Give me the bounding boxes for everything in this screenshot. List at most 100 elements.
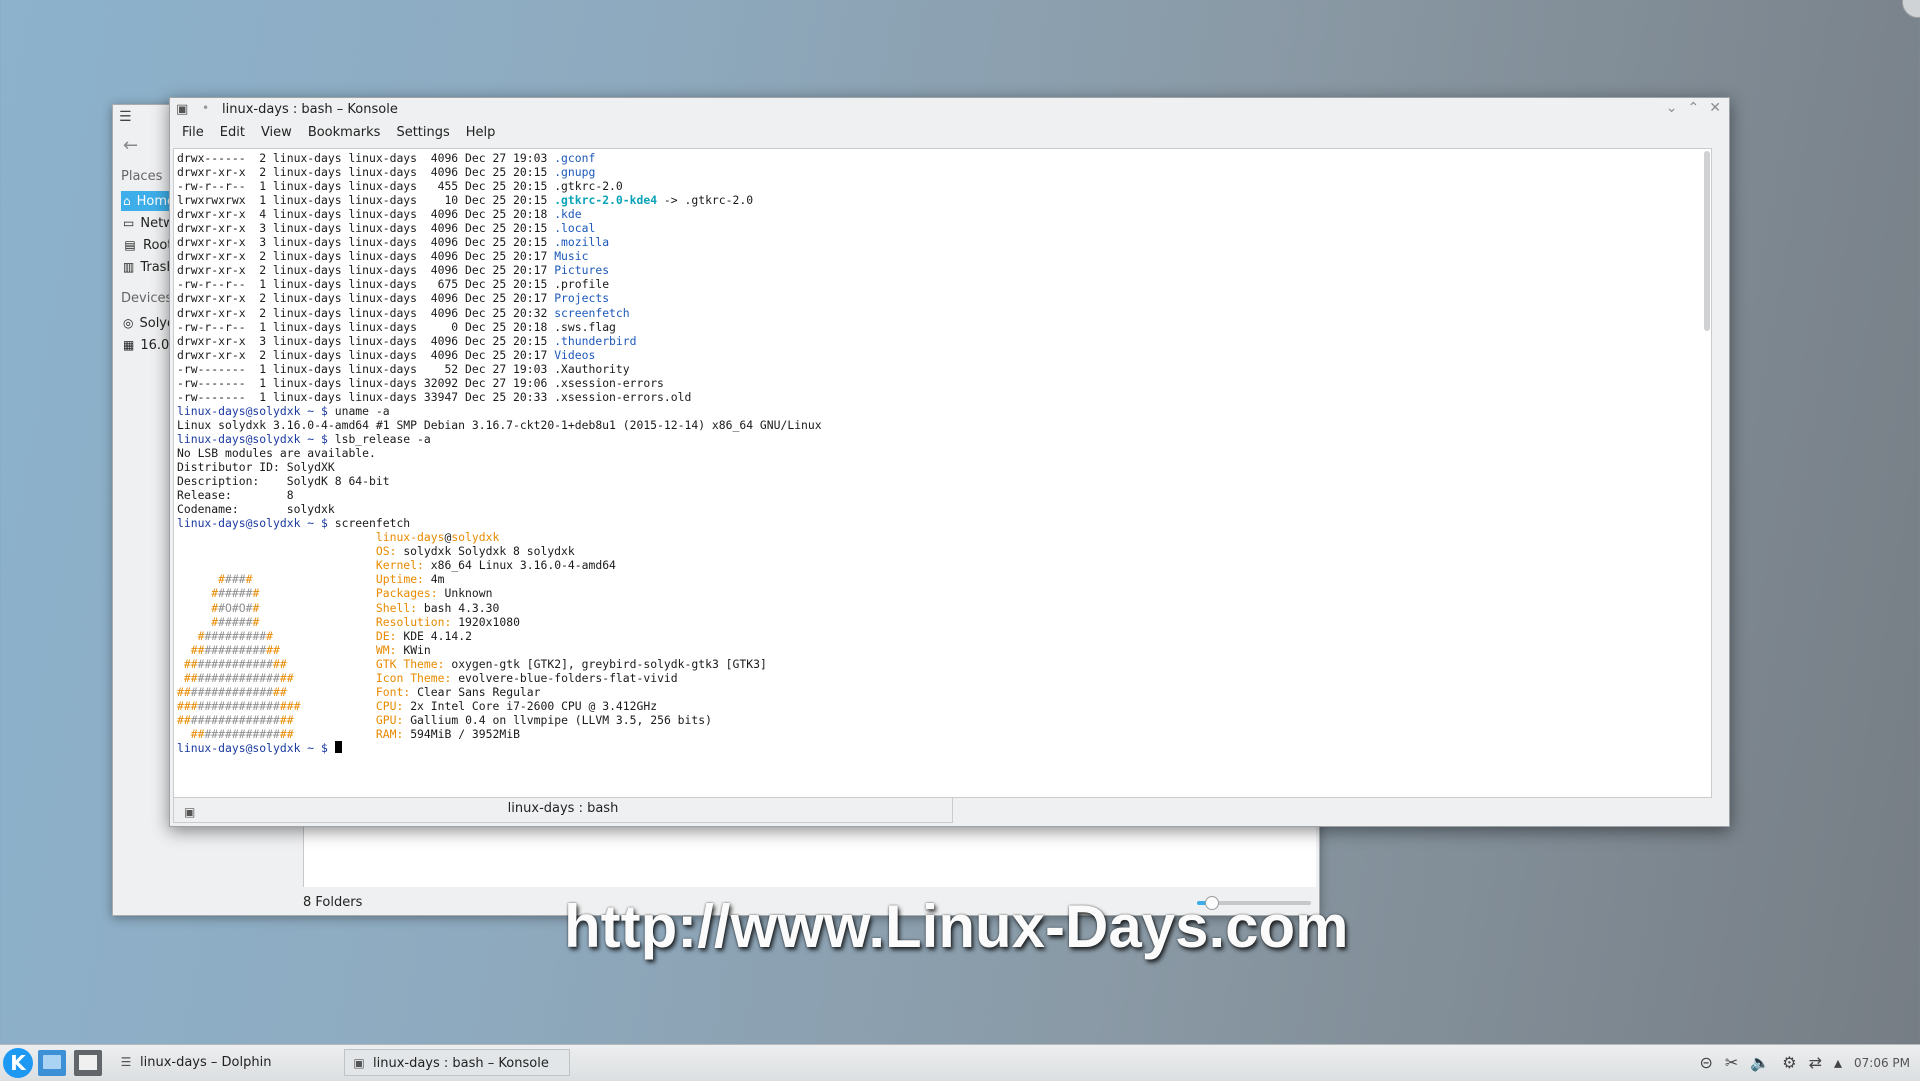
close-icon[interactable]: ✕ xyxy=(1709,100,1721,116)
ls-meta: drwxr-xr-x 3 linux-days linux-days 4096 … xyxy=(177,333,555,348)
terminal-scrollbar[interactable] xyxy=(1704,151,1710,331)
menu-view[interactable]: View xyxy=(261,125,292,140)
ls-filename: .profile xyxy=(554,277,610,292)
terminal-line: linux-days@solydxk ~ $ lsb_release -a xyxy=(177,432,1711,446)
logo-char: # xyxy=(190,726,198,741)
command-output: Distributor ID: SolydXK xyxy=(177,460,335,475)
tab-linux-days-bash[interactable]: ▣ linux-days : bash xyxy=(173,798,953,823)
ls-filename: .thunderbird xyxy=(554,333,637,348)
place-item-root[interactable]: ▤ Root xyxy=(123,235,173,255)
ls-meta: drwxr-xr-x 2 linux-days linux-days 4096 … xyxy=(177,165,555,180)
logo-char: # xyxy=(238,712,246,727)
terminal-line: linux-days@solydxk ~ $ uname -a xyxy=(177,404,1711,418)
ls-meta: drwxr-xr-x 4 linux-days linux-days 4096 … xyxy=(177,207,555,222)
ls-filename: .gconf xyxy=(554,151,596,165)
logo-char: # xyxy=(266,712,274,727)
logo-pad xyxy=(177,558,376,572)
menu-file[interactable]: File xyxy=(182,125,204,140)
screenfetch-key: RAM: xyxy=(375,726,411,741)
terminal-line: Kernel: x86_64 Linux 3.16.0-4-amd64 xyxy=(177,558,1711,572)
command-output: Description: SolydK 8 64-bit xyxy=(177,474,390,489)
klipper-icon[interactable]: ✂ xyxy=(1725,1053,1738,1072)
logo-char: # xyxy=(218,726,226,741)
desktop-launcher-icon[interactable] xyxy=(38,1050,66,1076)
device-item-0[interactable]: ◎ SolydXK xyxy=(123,313,173,333)
desktop-toolbox-icon[interactable] xyxy=(1902,0,1920,18)
tray-expand-icon[interactable]: ▴ xyxy=(1834,1053,1842,1072)
tab-label: linux-days : bash xyxy=(507,801,619,816)
window-pin-icon[interactable]: • xyxy=(202,101,209,115)
menu-bookmarks[interactable]: Bookmarks xyxy=(308,125,381,140)
logo-char: # xyxy=(279,726,287,741)
menu-settings[interactable]: Settings xyxy=(396,125,449,140)
place-item-home[interactable]: ⌂ Home xyxy=(121,191,173,211)
menu-help[interactable]: Help xyxy=(466,125,496,140)
logo-char: # xyxy=(286,726,294,741)
logo-pad xyxy=(273,629,376,643)
ls-filename: .xsession-errors.old xyxy=(554,389,692,404)
dolphin-menu-icon[interactable]: ☰ xyxy=(119,109,135,125)
terminal-line: No LSB modules are available. xyxy=(177,446,1711,460)
logo-char: # xyxy=(218,586,226,601)
back-arrow-icon[interactable]: ← xyxy=(123,135,138,156)
logo-char: # xyxy=(225,642,232,657)
file-manager-launcher-icon[interactable] xyxy=(74,1050,102,1076)
screenfetch-key: Font: xyxy=(375,684,418,699)
clock[interactable]: 07:06 PM xyxy=(1854,1056,1910,1070)
command-output: Release: 8 xyxy=(177,488,294,503)
logo-char: # xyxy=(238,670,246,685)
logo-char: # xyxy=(183,712,191,727)
device-item-1[interactable]: ▦16.0 GiB xyxy=(123,335,173,355)
konsole-tabbar: ▣ linux-days : bash xyxy=(173,798,1710,823)
kde-menu-icon[interactable]: K xyxy=(3,1048,33,1078)
more-icon[interactable]: ⊝ xyxy=(1699,1053,1712,1072)
task-dolphin[interactable]: ☰ linux-days – Dolphin xyxy=(112,1049,332,1076)
minimize-icon[interactable]: ⌄ xyxy=(1666,100,1678,116)
maximize-icon[interactable]: ⌃ xyxy=(1688,100,1700,116)
ls-filename: .mozilla xyxy=(554,235,610,250)
terminal-line: ####### Packages: Unknown xyxy=(177,586,1711,600)
task-konsole[interactable]: ▣ linux-days : bash – Konsole xyxy=(344,1049,570,1076)
terminal-line: drwxr-xr-x 3 linux-days linux-days 4096 … xyxy=(177,334,1711,348)
terminal-line: ##### Uptime: 4m xyxy=(177,572,1711,586)
ls-meta: -rw-r--r-- 1 linux-days linux-days 0 Dec… xyxy=(177,319,555,334)
ls-meta: drwxr-xr-x 3 linux-days linux-days 4096 … xyxy=(177,235,555,250)
shell-prompt: linux-days@solydxk ~ $ xyxy=(177,431,335,446)
taskbar: K ☰ linux-days – Dolphin ▣ linux-days : ba… xyxy=(0,1044,1920,1081)
logo-char: # xyxy=(225,572,232,587)
command-output: Codename: solydxk xyxy=(177,502,335,517)
places-header: Places xyxy=(121,169,163,184)
logo-char: # xyxy=(231,614,239,629)
konsole-app-icon[interactable]: ▣ xyxy=(176,102,188,117)
konsole-window[interactable]: ▣ • linux-days : bash – Konsole ⌄ ⌃ ✕ Fi… xyxy=(169,97,1730,827)
terminal-line: ####### Resolution: 1920x1080 xyxy=(177,615,1711,629)
konsole-titlebar[interactable]: ▣ • linux-days : bash – Konsole ⌄ ⌃ ✕ xyxy=(170,98,1729,122)
ls-meta: lrwxrwxrwx 1 linux-days linux-days 10 De… xyxy=(177,193,555,208)
logo-pad xyxy=(294,713,376,727)
logo-char: # xyxy=(183,670,191,685)
screenfetch-key: CPU: xyxy=(375,698,411,713)
logo-char: # xyxy=(190,670,198,685)
terminal-line: -rw------- 1 linux-days linux-days 52 De… xyxy=(177,362,1711,376)
network-tray-icon[interactable]: ⇄ xyxy=(1809,1053,1822,1072)
ls-meta: drwxr-xr-x 2 linux-days linux-days 4096 … xyxy=(177,249,555,264)
place-item-trash[interactable]: ▥ Trash xyxy=(123,257,173,277)
updates-icon[interactable]: ⚙ xyxy=(1782,1053,1796,1072)
task-konsole-label: linux-days : bash – Konsole xyxy=(373,1056,549,1071)
terminal-line: drwxr-xr-x 2 linux-days linux-days 4096 … xyxy=(177,306,1711,320)
logo-char: # xyxy=(286,670,294,685)
logo-pad xyxy=(177,671,184,685)
konsole-icon: ▣ xyxy=(353,1056,365,1070)
logo-char: # xyxy=(238,642,246,657)
terminal-line: OS: solydxk Solydxk 8 solydxk xyxy=(177,544,1711,558)
terminal-view[interactable]: drwx------ 2 linux-days linux-days 4096 … xyxy=(173,148,1712,798)
terminal-line: ################ Font: Clear Sans Regula… xyxy=(177,685,1711,699)
logo-char: # xyxy=(183,656,191,671)
volume-icon[interactable]: 🔈 xyxy=(1750,1053,1770,1072)
logo-char: # xyxy=(218,614,226,629)
menu-edit[interactable]: Edit xyxy=(220,125,245,140)
terminal-line: ################## CPU: 2x Intel Core i7… xyxy=(177,699,1711,713)
place-item-network[interactable]: ▭Network xyxy=(123,213,173,233)
task-dolphin-label: linux-days – Dolphin xyxy=(140,1055,272,1070)
logo-char: # xyxy=(183,698,191,713)
